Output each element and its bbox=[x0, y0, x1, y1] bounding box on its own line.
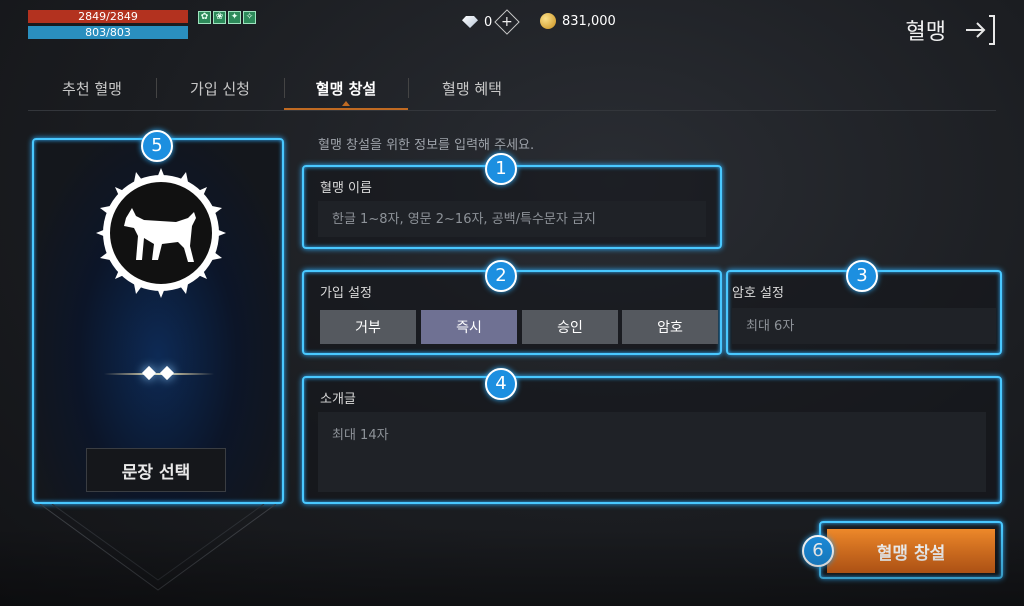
gold-currency: 831,000 bbox=[540, 13, 616, 29]
create-clan-label: 혈맹 창설 bbox=[876, 543, 946, 564]
add-gems-button[interactable]: + bbox=[494, 9, 521, 35]
join-settings-label: 가입 설정 bbox=[320, 286, 372, 301]
mp-bar: 803/803 bbox=[28, 26, 188, 39]
tab-join-request[interactable]: 가입 신청 bbox=[156, 68, 284, 108]
option-label: 암호 bbox=[657, 320, 683, 336]
tab-create[interactable]: 혈맹 창설 bbox=[284, 68, 408, 110]
callout-badge-1: 1 bbox=[485, 153, 517, 185]
create-button-highlight: 혈맹 창설 bbox=[819, 521, 1003, 579]
option-label: 승인 bbox=[557, 320, 583, 336]
tab-label: 추천 혈맹 bbox=[62, 79, 122, 98]
join-option-reject[interactable]: 거부 bbox=[320, 310, 416, 344]
sparkle-icon bbox=[141, 365, 157, 381]
tab-label: 혈맹 혜택 bbox=[442, 79, 502, 98]
buff-icon: ✧ bbox=[243, 11, 256, 24]
page-title: 혈맹 bbox=[905, 20, 946, 45]
banner-tail bbox=[39, 504, 277, 591]
tab-recommended[interactable]: 추천 혈맹 bbox=[28, 68, 156, 108]
tab-label: 혈맹 창설 bbox=[315, 79, 377, 98]
select-emblem-button[interactable]: 문장 선택 bbox=[86, 448, 226, 492]
tab-bar: 추천 혈맹 가입 신청 혈맹 창설 혈맹 혜택 bbox=[28, 68, 536, 110]
callout-badge-2: 2 bbox=[485, 260, 517, 292]
gem-currency: 0 + bbox=[462, 9, 521, 35]
emblem-panel: 문장 선택 bbox=[32, 138, 284, 504]
intro-panel: 소개글 bbox=[302, 376, 1002, 504]
join-option-approval[interactable]: 승인 bbox=[522, 310, 618, 344]
join-option-password[interactable]: 암호 bbox=[622, 310, 718, 344]
create-clan-button[interactable]: 혈맹 창설 bbox=[827, 529, 995, 573]
gold-count: 831,000 bbox=[562, 13, 616, 29]
option-label: 거부 bbox=[355, 320, 381, 336]
join-option-instant[interactable]: 즉시 bbox=[421, 310, 517, 344]
buff-list: ✿ ❀ ✦ ✧ bbox=[198, 11, 256, 24]
gem-count: 0 bbox=[484, 14, 493, 30]
buff-icon: ❀ bbox=[213, 11, 226, 24]
form-hint: 혈맹 창설을 위한 정보를 입력해 주세요. bbox=[318, 138, 535, 153]
buff-icon: ✿ bbox=[198, 11, 211, 24]
intro-textarea[interactable] bbox=[318, 412, 986, 492]
tab-divider bbox=[28, 110, 996, 111]
callout-badge-6: 6 bbox=[802, 535, 834, 567]
hp-bar: 2849/2849 bbox=[28, 10, 188, 23]
plus-icon: + bbox=[501, 13, 514, 30]
sparkle-line bbox=[104, 373, 214, 375]
password-label: 암호 설정 bbox=[732, 286, 784, 301]
clan-name-label: 혈맹 이름 bbox=[320, 181, 372, 196]
tab-label: 가입 신청 bbox=[190, 79, 250, 98]
callout-badge-3: 3 bbox=[846, 260, 878, 292]
clan-name-input[interactable] bbox=[318, 201, 706, 237]
callout-badge-4: 4 bbox=[485, 368, 517, 400]
sparkle-icon bbox=[159, 365, 175, 381]
select-emblem-label: 문장 선택 bbox=[121, 462, 191, 483]
dog-icon[interactable] bbox=[96, 168, 226, 298]
callout-badge-5: 5 bbox=[141, 130, 173, 162]
active-tab-caret bbox=[342, 101, 350, 106]
option-label: 즉시 bbox=[456, 320, 482, 336]
password-input[interactable] bbox=[732, 308, 996, 344]
exit-icon[interactable] bbox=[962, 12, 998, 48]
gold-coin-icon bbox=[540, 13, 556, 29]
tab-benefits[interactable]: 혈맹 혜택 bbox=[408, 68, 536, 108]
diamond-icon bbox=[462, 16, 478, 28]
buff-icon: ✦ bbox=[228, 11, 241, 24]
intro-label: 소개글 bbox=[320, 392, 356, 407]
